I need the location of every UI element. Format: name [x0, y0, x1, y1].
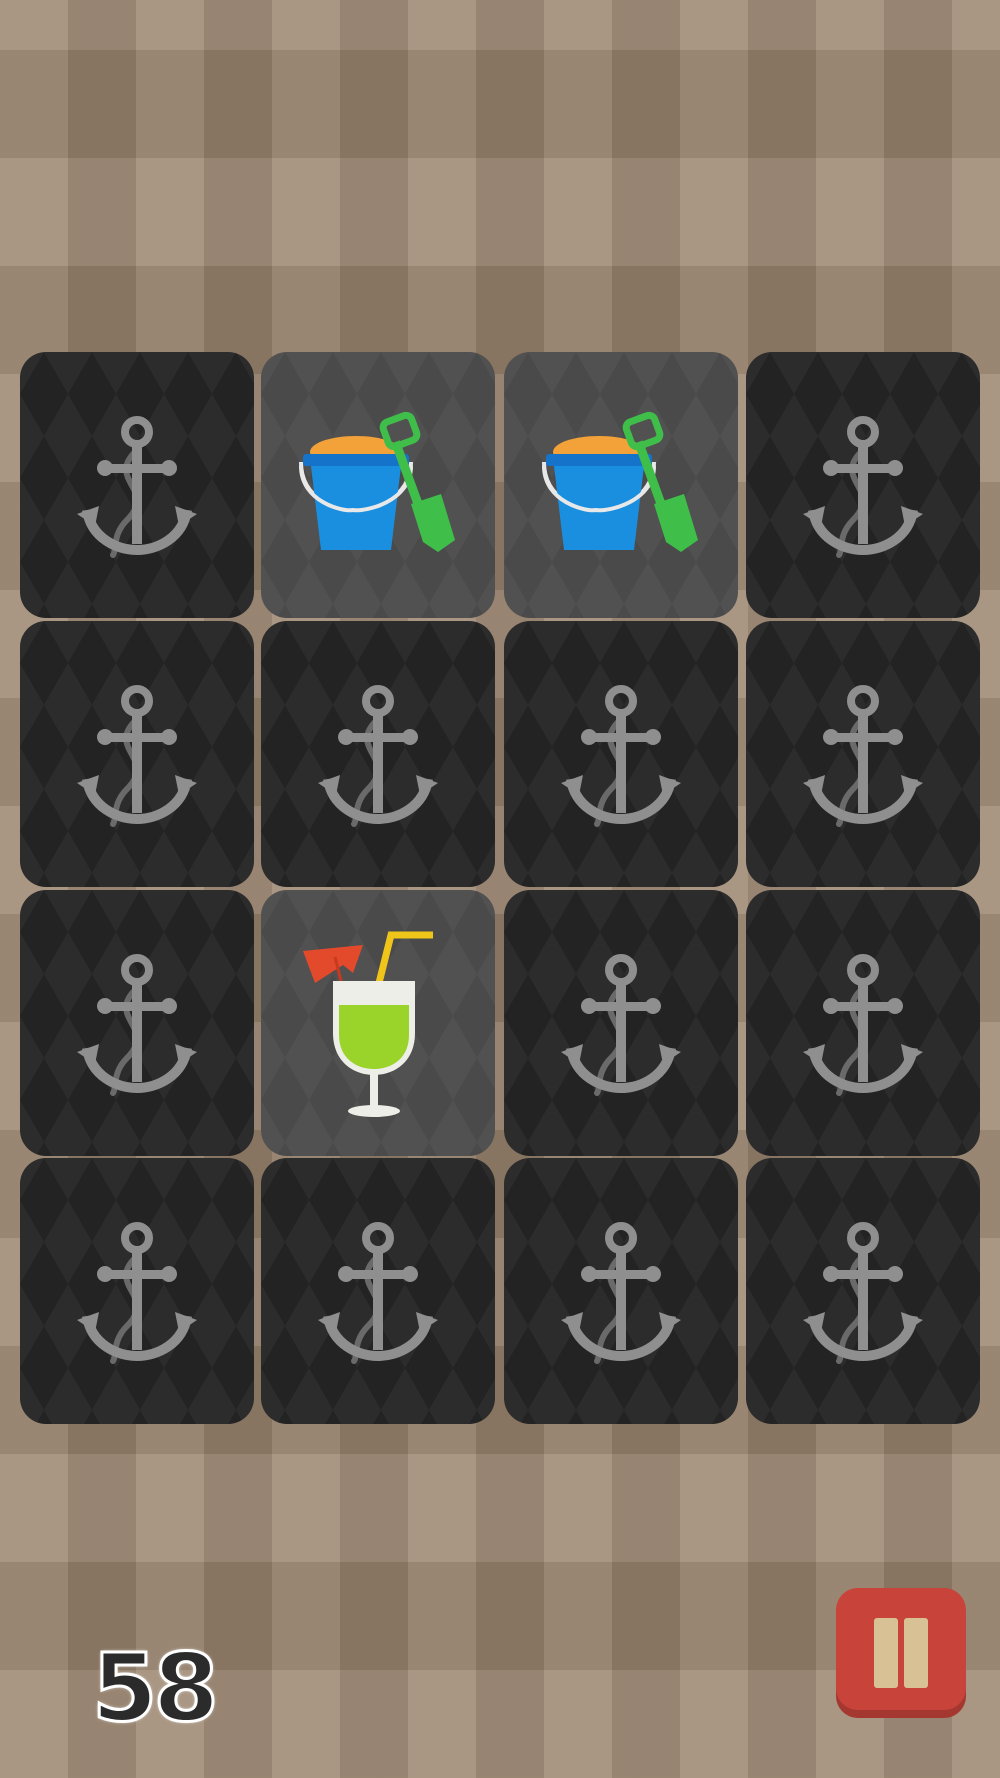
sand-bucket-shovel-icon	[293, 410, 463, 560]
anchor-icon	[318, 1216, 438, 1366]
anchor-icon	[803, 410, 923, 560]
anchor-icon	[803, 679, 923, 829]
anchor-icon	[77, 1216, 197, 1366]
memory-card-face-down[interactable]	[746, 890, 980, 1156]
memory-card-face-down[interactable]	[261, 621, 495, 887]
memory-card-face-down[interactable]	[746, 1158, 980, 1424]
memory-card-face-down[interactable]	[20, 890, 254, 1156]
anchor-icon	[77, 410, 197, 560]
sand-bucket-shovel-icon	[536, 410, 706, 560]
anchor-icon	[561, 679, 681, 829]
memory-card-face-down[interactable]	[746, 621, 980, 887]
game-board	[0, 0, 1000, 1778]
anchor-icon	[803, 948, 923, 1098]
memory-card-face-down[interactable]	[504, 621, 738, 887]
memory-card-face-down[interactable]	[504, 890, 738, 1156]
pause-icon	[874, 1618, 898, 1688]
memory-card-face-down[interactable]	[504, 1158, 738, 1424]
memory-card-face-down[interactable]	[746, 352, 980, 618]
score-counter: 58	[91, 1634, 221, 1743]
cocktail-glass-icon	[303, 923, 453, 1123]
memory-card-face-down[interactable]	[20, 621, 254, 887]
memory-card-face-down[interactable]	[261, 1158, 495, 1424]
memory-card-face-up[interactable]	[504, 352, 738, 618]
memory-card-face-down[interactable]	[20, 352, 254, 618]
anchor-icon	[561, 1216, 681, 1366]
anchor-icon	[77, 948, 197, 1098]
anchor-icon	[803, 1216, 923, 1366]
pause-button[interactable]	[836, 1588, 966, 1718]
anchor-icon	[561, 948, 681, 1098]
anchor-icon	[318, 679, 438, 829]
pause-icon-bar	[904, 1618, 928, 1688]
memory-card-face-up[interactable]	[261, 890, 495, 1156]
memory-card-face-up[interactable]	[261, 352, 495, 618]
memory-card-face-down[interactable]	[20, 1158, 254, 1424]
anchor-icon	[77, 679, 197, 829]
